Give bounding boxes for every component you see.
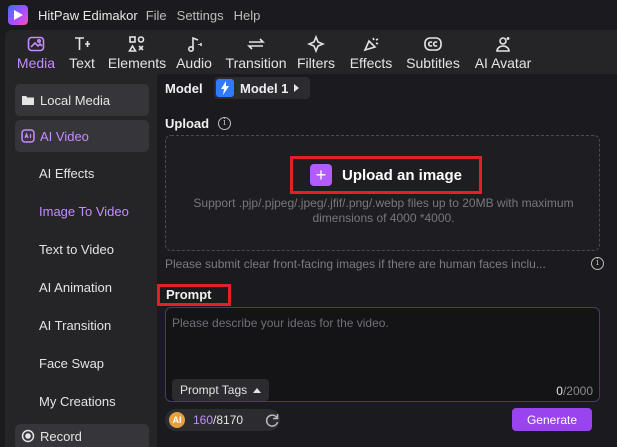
audio-icon (185, 34, 203, 54)
sidebar-item-ai-effects[interactable]: AI Effects (39, 166, 94, 181)
prompt-tags-button[interactable]: Prompt Tags (172, 379, 270, 401)
tab-audio[interactable]: Audio (175, 30, 213, 74)
prompt-textarea[interactable]: Please describe your ideas for the video… (165, 307, 600, 402)
prompt-placeholder: Please describe your ideas for the video… (172, 316, 389, 330)
record-icon (21, 429, 35, 443)
hint-info-icon[interactable]: i (591, 257, 604, 270)
media-icon (27, 34, 45, 54)
prompt-label: Prompt (157, 284, 231, 306)
sidebar-item-ai-video[interactable]: AI Video (15, 120, 149, 152)
sidebar-item-image-to-video[interactable]: Image To Video (39, 204, 129, 219)
ai-avatar-icon (494, 34, 512, 54)
tab-transition[interactable]: Transition (226, 30, 286, 74)
tab-effects[interactable]: Effects (349, 30, 393, 74)
transition-icon (246, 34, 266, 54)
filters-icon (307, 34, 325, 54)
sidebar-item-my-creations[interactable]: My Creations (39, 394, 116, 409)
effects-icon (362, 34, 380, 54)
char-count: 0/2000 (556, 384, 593, 398)
menu-settings[interactable]: Settings (177, 8, 224, 23)
tab-media[interactable]: Media (12, 30, 60, 74)
lightning-icon (216, 79, 234, 97)
app-title: HitPaw Edimakor (38, 7, 138, 23)
supported-formats-text: Support .pjp/.pjpeg/.jpeg/.jfif/.png/.we… (193, 196, 574, 225)
upload-image-button[interactable]: + Upload an image (290, 156, 482, 194)
tab-ai-avatar[interactable]: AI Avatar (473, 30, 533, 74)
refresh-icon[interactable] (264, 412, 280, 428)
menu-help[interactable]: Help (234, 8, 261, 23)
plus-icon: + (309, 164, 332, 186)
title-bar: HitPaw Edimakor File Settings Help (0, 0, 617, 30)
sidebar-item-face-swap[interactable]: Face Swap (39, 356, 104, 371)
sidebar-item-text-to-video[interactable]: Text to Video (39, 242, 114, 257)
sidebar-item-record[interactable]: Record (15, 424, 149, 447)
sidebar-item-ai-transition[interactable]: AI Transition (39, 318, 111, 333)
info-icon[interactable]: i (218, 117, 231, 130)
tab-filters[interactable]: Filters (296, 30, 336, 74)
sidebar-item-local-media[interactable]: Local Media (15, 84, 149, 116)
image-to-video-panel: Model Model 1 Upload i + Upload an image… (157, 74, 617, 447)
menu-file[interactable]: File (146, 8, 167, 23)
text-icon (73, 34, 91, 54)
coin-icon: AI (169, 412, 185, 428)
credits-balance: AI 160/8170 (165, 409, 280, 431)
tab-text[interactable]: Text (64, 30, 100, 74)
tab-subtitles[interactable]: Subtitles (405, 30, 461, 74)
sidebar-item-ai-animation[interactable]: AI Animation (39, 280, 112, 295)
tab-elements[interactable]: Elements (108, 30, 166, 74)
app-logo-icon (8, 5, 28, 25)
upload-label: Upload (165, 116, 210, 131)
model-label: Model (165, 81, 203, 96)
folder-icon (21, 93, 35, 107)
elements-icon (128, 34, 146, 54)
ai-video-icon (21, 129, 35, 143)
model-select[interactable]: Model 1 (214, 77, 310, 99)
generate-button[interactable]: Generate (512, 408, 592, 431)
main-toolbar: Media Text Elements Audio Transition Fil… (5, 30, 617, 74)
subtitles-icon (423, 34, 443, 54)
caret-up-icon (253, 387, 262, 393)
chevron-right-icon (294, 84, 300, 92)
upload-dropzone[interactable]: + Upload an image Support .pjp/.pjpeg/.j… (165, 135, 600, 251)
sidebar: Local Media AI Video AI Effects Image To… (5, 74, 157, 447)
face-hint-text: Please submit clear front-facing images … (165, 257, 546, 271)
